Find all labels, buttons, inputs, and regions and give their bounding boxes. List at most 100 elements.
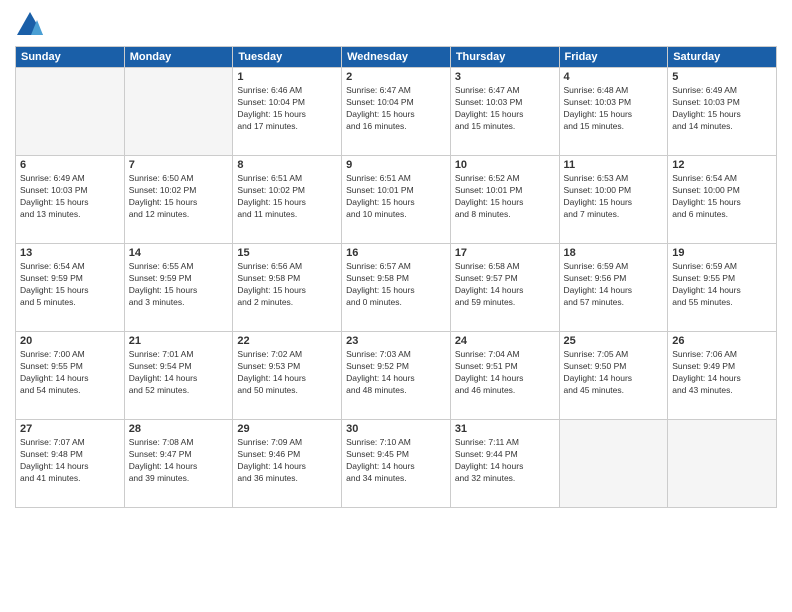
calendar-week-2: 6Sunrise: 6:49 AM Sunset: 10:03 PM Dayli… xyxy=(16,156,777,244)
day-info: Sunrise: 6:59 AM Sunset: 9:55 PM Dayligh… xyxy=(672,261,772,309)
day-info: Sunrise: 6:53 AM Sunset: 10:00 PM Daylig… xyxy=(564,173,664,221)
col-header-thursday: Thursday xyxy=(450,47,559,68)
calendar-cell: 30 Sunrise: 7:10 AM Sunset: 9:45 PM Dayli… xyxy=(342,420,451,508)
day-info: Sunrise: 6:54 AM Sunset: 9:59 PM Dayligh… xyxy=(20,261,120,309)
day-info: Sunrise: 6:55 AM Sunset: 9:59 PM Dayligh… xyxy=(129,261,229,309)
calendar-cell: 7 Sunrise: 6:50 AM Sunset: 10:02 PM Dayli… xyxy=(124,156,233,244)
calendar-cell: 3 Sunrise: 6:47 AM Sunset: 10:03 PM Dayli… xyxy=(450,68,559,156)
calendar-week-5: 27Sunrise: 7:07 AM Sunset: 9:48 PM Dayli… xyxy=(16,420,777,508)
day-info: Sunrise: 7:01 AM Sunset: 9:54 PM Dayligh… xyxy=(129,349,229,397)
day-number: 16 xyxy=(346,247,446,259)
calendar-header-row: SundayMondayTuesdayWednesdayThursdayFrid… xyxy=(16,47,777,68)
calendar-cell xyxy=(559,420,668,508)
calendar-week-4: 20 Sunrise: 7:00 AM Sunset: 9:55 PM Dayli… xyxy=(16,332,777,420)
day-info: Sunrise: 7:09 AM Sunset: 9:46 PM Dayligh… xyxy=(237,437,337,485)
day-info: Sunrise: 7:04 AM Sunset: 9:51 PM Dayligh… xyxy=(455,349,555,397)
day-info: Sunrise: 7:08 AM Sunset: 9:47 PM Dayligh… xyxy=(129,437,229,485)
calendar-cell xyxy=(668,420,777,508)
day-number: 31 xyxy=(455,423,555,435)
day-info: Sunrise: 6:56 AM Sunset: 9:58 PM Dayligh… xyxy=(237,261,337,309)
day-number: 12 xyxy=(672,159,772,171)
calendar-cell: 10Sunrise: 6:52 AM Sunset: 10:01 PM Dayl… xyxy=(450,156,559,244)
header xyxy=(15,10,777,40)
day-number: 4 xyxy=(564,71,664,83)
day-info: Sunrise: 7:06 AM Sunset: 9:49 PM Dayligh… xyxy=(672,349,772,397)
calendar-cell: 21 Sunrise: 7:01 AM Sunset: 9:54 PM Dayli… xyxy=(124,332,233,420)
calendar-cell: 15 Sunrise: 6:56 AM Sunset: 9:58 PM Dayli… xyxy=(233,244,342,332)
col-header-wednesday: Wednesday xyxy=(342,47,451,68)
calendar-cell xyxy=(16,68,125,156)
day-info: Sunrise: 6:47 AM Sunset: 10:03 PM Daylig… xyxy=(455,85,555,133)
day-number: 26 xyxy=(672,335,772,347)
calendar-table: SundayMondayTuesdayWednesdayThursdayFrid… xyxy=(15,46,777,508)
calendar-cell: 26 Sunrise: 7:06 AM Sunset: 9:49 PM Dayli… xyxy=(668,332,777,420)
day-number: 28 xyxy=(129,423,229,435)
calendar-cell: 11 Sunrise: 6:53 AM Sunset: 10:00 PM Dayl… xyxy=(559,156,668,244)
col-header-sunday: Sunday xyxy=(16,47,125,68)
calendar-cell: 12 Sunrise: 6:54 AM Sunset: 10:00 PM Dayl… xyxy=(668,156,777,244)
day-info: Sunrise: 7:03 AM Sunset: 9:52 PM Dayligh… xyxy=(346,349,446,397)
day-number: 17 xyxy=(455,247,555,259)
day-number: 5 xyxy=(672,71,772,83)
day-info: Sunrise: 6:51 AM Sunset: 10:02 PM Daylig… xyxy=(237,173,337,221)
calendar-cell: 23 Sunrise: 7:03 AM Sunset: 9:52 PM Dayli… xyxy=(342,332,451,420)
day-info: Sunrise: 6:58 AM Sunset: 9:57 PM Dayligh… xyxy=(455,261,555,309)
day-number: 7 xyxy=(129,159,229,171)
calendar-cell: 13 Sunrise: 6:54 AM Sunset: 9:59 PM Dayli… xyxy=(16,244,125,332)
page: SundayMondayTuesdayWednesdayThursdayFrid… xyxy=(0,0,792,612)
day-number: 22 xyxy=(237,335,337,347)
day-number: 29 xyxy=(237,423,337,435)
col-header-saturday: Saturday xyxy=(668,47,777,68)
calendar-cell: 8 Sunrise: 6:51 AM Sunset: 10:02 PM Dayli… xyxy=(233,156,342,244)
day-number: 2 xyxy=(346,71,446,83)
calendar-cell: 25 Sunrise: 7:05 AM Sunset: 9:50 PM Dayli… xyxy=(559,332,668,420)
day-number: 25 xyxy=(564,335,664,347)
logo xyxy=(15,10,49,40)
day-number: 21 xyxy=(129,335,229,347)
calendar-cell: 6Sunrise: 6:49 AM Sunset: 10:03 PM Dayli… xyxy=(16,156,125,244)
calendar-cell: 31 Sunrise: 7:11 AM Sunset: 9:44 PM Dayli… xyxy=(450,420,559,508)
calendar-week-3: 13 Sunrise: 6:54 AM Sunset: 9:59 PM Dayli… xyxy=(16,244,777,332)
day-number: 30 xyxy=(346,423,446,435)
day-number: 8 xyxy=(237,159,337,171)
calendar-cell: 2Sunrise: 6:47 AM Sunset: 10:04 PM Dayli… xyxy=(342,68,451,156)
day-info: Sunrise: 7:00 AM Sunset: 9:55 PM Dayligh… xyxy=(20,349,120,397)
day-number: 24 xyxy=(455,335,555,347)
day-info: Sunrise: 6:51 AM Sunset: 10:01 PM Daylig… xyxy=(346,173,446,221)
day-info: Sunrise: 6:54 AM Sunset: 10:00 PM Daylig… xyxy=(672,173,772,221)
day-number: 14 xyxy=(129,247,229,259)
calendar-cell: 20 Sunrise: 7:00 AM Sunset: 9:55 PM Dayli… xyxy=(16,332,125,420)
calendar-cell: 16 Sunrise: 6:57 AM Sunset: 9:58 PM Dayli… xyxy=(342,244,451,332)
day-number: 3 xyxy=(455,71,555,83)
day-info: Sunrise: 7:02 AM Sunset: 9:53 PM Dayligh… xyxy=(237,349,337,397)
day-number: 9 xyxy=(346,159,446,171)
calendar-week-1: 1Sunrise: 6:46 AM Sunset: 10:04 PM Dayli… xyxy=(16,68,777,156)
col-header-friday: Friday xyxy=(559,47,668,68)
day-number: 11 xyxy=(564,159,664,171)
col-header-monday: Monday xyxy=(124,47,233,68)
day-number: 13 xyxy=(20,247,120,259)
day-number: 18 xyxy=(564,247,664,259)
calendar-cell: 14 Sunrise: 6:55 AM Sunset: 9:59 PM Dayli… xyxy=(124,244,233,332)
day-info: Sunrise: 7:07 AM Sunset: 9:48 PM Dayligh… xyxy=(20,437,120,485)
day-info: Sunrise: 6:50 AM Sunset: 10:02 PM Daylig… xyxy=(129,173,229,221)
day-number: 15 xyxy=(237,247,337,259)
day-info: Sunrise: 6:46 AM Sunset: 10:04 PM Daylig… xyxy=(237,85,337,133)
calendar-cell: 19Sunrise: 6:59 AM Sunset: 9:55 PM Dayli… xyxy=(668,244,777,332)
day-info: Sunrise: 6:48 AM Sunset: 10:03 PM Daylig… xyxy=(564,85,664,133)
day-info: Sunrise: 6:57 AM Sunset: 9:58 PM Dayligh… xyxy=(346,261,446,309)
calendar-cell: 28 Sunrise: 7:08 AM Sunset: 9:47 PM Dayli… xyxy=(124,420,233,508)
day-info: Sunrise: 6:49 AM Sunset: 10:03 PM Daylig… xyxy=(672,85,772,133)
day-info: Sunrise: 6:52 AM Sunset: 10:01 PM Daylig… xyxy=(455,173,555,221)
day-info: Sunrise: 7:11 AM Sunset: 9:44 PM Dayligh… xyxy=(455,437,555,485)
col-header-tuesday: Tuesday xyxy=(233,47,342,68)
day-info: Sunrise: 6:49 AM Sunset: 10:03 PM Daylig… xyxy=(20,173,120,221)
day-info: Sunrise: 6:59 AM Sunset: 9:56 PM Dayligh… xyxy=(564,261,664,309)
calendar-cell: 18 Sunrise: 6:59 AM Sunset: 9:56 PM Dayli… xyxy=(559,244,668,332)
calendar-cell: 29 Sunrise: 7:09 AM Sunset: 9:46 PM Dayli… xyxy=(233,420,342,508)
day-info: Sunrise: 7:10 AM Sunset: 9:45 PM Dayligh… xyxy=(346,437,446,485)
day-info: Sunrise: 7:05 AM Sunset: 9:50 PM Dayligh… xyxy=(564,349,664,397)
day-number: 23 xyxy=(346,335,446,347)
calendar-cell: 5 Sunrise: 6:49 AM Sunset: 10:03 PM Dayli… xyxy=(668,68,777,156)
day-number: 20 xyxy=(20,335,120,347)
